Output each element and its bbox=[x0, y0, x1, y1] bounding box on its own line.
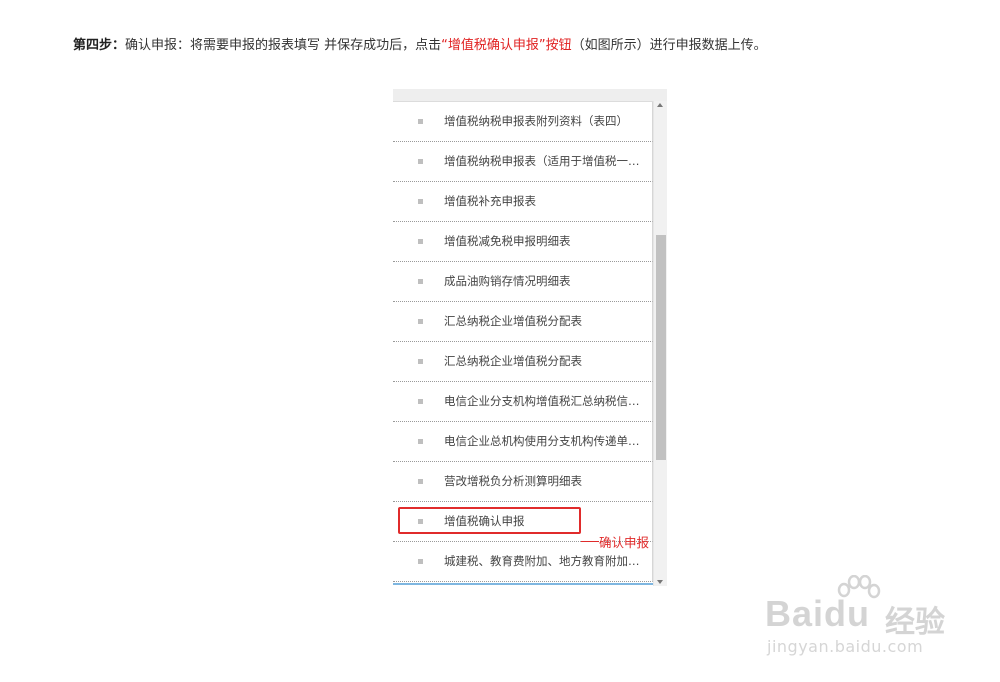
list-item-label: 电信企业分支机构增值税汇总纳税信息... bbox=[444, 394, 650, 408]
watermark-brand: Baidu bbox=[765, 593, 871, 634]
watermark-url: jingyan.baidu.com bbox=[767, 637, 924, 656]
list-item-label: 汇总纳税企业增值税分配表 bbox=[444, 354, 582, 368]
list-item-label: 增值税减免税申报明细表 bbox=[444, 234, 571, 248]
instruction-paragraph: 第四步：确认申报：将需要申报的报表填写 并保存成功后，点击“增值税确认申报”按钮… bbox=[73, 37, 973, 55]
list-item[interactable]: 电信企业总机构使用分支机构传递单情... bbox=[393, 422, 653, 462]
instruction-text-before: 确认申报：将需要申报的报表填写 并保存成功后，点击 bbox=[125, 38, 442, 53]
callout-label: 确认申报 bbox=[599, 535, 650, 550]
highlight-annotation-box bbox=[398, 507, 581, 534]
bullet-icon bbox=[418, 159, 423, 164]
scroll-down-icon[interactable] bbox=[657, 580, 663, 584]
list-item-label: 增值税纳税申报表（适用于增值税一般... bbox=[444, 154, 650, 168]
list-item[interactable]: 营改增税负分析测算明细表 bbox=[393, 462, 653, 502]
list-item-label: 营改增税负分析测算明细表 bbox=[444, 474, 582, 488]
list-item[interactable]: 增值税补充申报表 bbox=[393, 182, 653, 222]
baidu-jingyan-watermark: Baidu 经验 jingyan.baidu.com bbox=[765, 575, 955, 665]
bullet-icon bbox=[418, 119, 423, 124]
list-item[interactable]: 增值税纳税申报表（适用于增值税一般... bbox=[393, 142, 653, 182]
vertical-scrollbar[interactable] bbox=[653, 101, 667, 586]
scroll-thumb[interactable] bbox=[656, 235, 666, 460]
callout-leader-line bbox=[581, 541, 599, 542]
bullet-icon bbox=[418, 199, 423, 204]
instruction-highlight: “增值税确认申报”按钮 bbox=[441, 38, 572, 53]
list-item[interactable]: 汇总纳税企业增值税分配表 bbox=[393, 302, 653, 342]
list-item[interactable]: 成品油购销存情况明细表 bbox=[393, 262, 653, 302]
watermark-product: 经验 bbox=[885, 605, 945, 640]
list-item-label: 城建税、教育费附加、地方教育附加税... bbox=[444, 554, 650, 568]
list-item-label: 汇总纳税企业增值税分配表 bbox=[444, 314, 582, 328]
list-item[interactable]: 增值税减免税申报明细表 bbox=[393, 222, 653, 262]
bullet-icon bbox=[418, 399, 423, 404]
list-item[interactable]: 增值税纳税申报表附列资料（表四） bbox=[393, 102, 653, 142]
bullet-icon bbox=[418, 479, 423, 484]
list-item-label: 增值税补充申报表 bbox=[444, 194, 536, 208]
bullet-icon bbox=[418, 279, 423, 284]
step-label: 第四步： bbox=[73, 38, 126, 53]
scroll-up-icon[interactable] bbox=[657, 103, 663, 107]
list-item[interactable]: 电信企业分支机构增值税汇总纳税信息... bbox=[393, 382, 653, 422]
bullet-icon bbox=[418, 319, 423, 324]
bullet-icon bbox=[418, 439, 423, 444]
bullet-icon bbox=[418, 239, 423, 244]
bullet-icon bbox=[418, 359, 423, 364]
list-item-label: 增值税纳税申报表附列资料（表四） bbox=[444, 114, 628, 128]
list-item[interactable]: 汇总纳税企业增值税分配表 bbox=[393, 342, 653, 382]
list-item-label: 成品油购销存情况明细表 bbox=[444, 274, 571, 288]
instruction-text-after: （如图所示）进行申报数据上传。 bbox=[571, 38, 767, 53]
bullet-icon bbox=[418, 559, 423, 564]
list-item-label: 电信企业总机构使用分支机构传递单情... bbox=[444, 434, 650, 448]
panel-bottom-border bbox=[393, 583, 653, 585]
